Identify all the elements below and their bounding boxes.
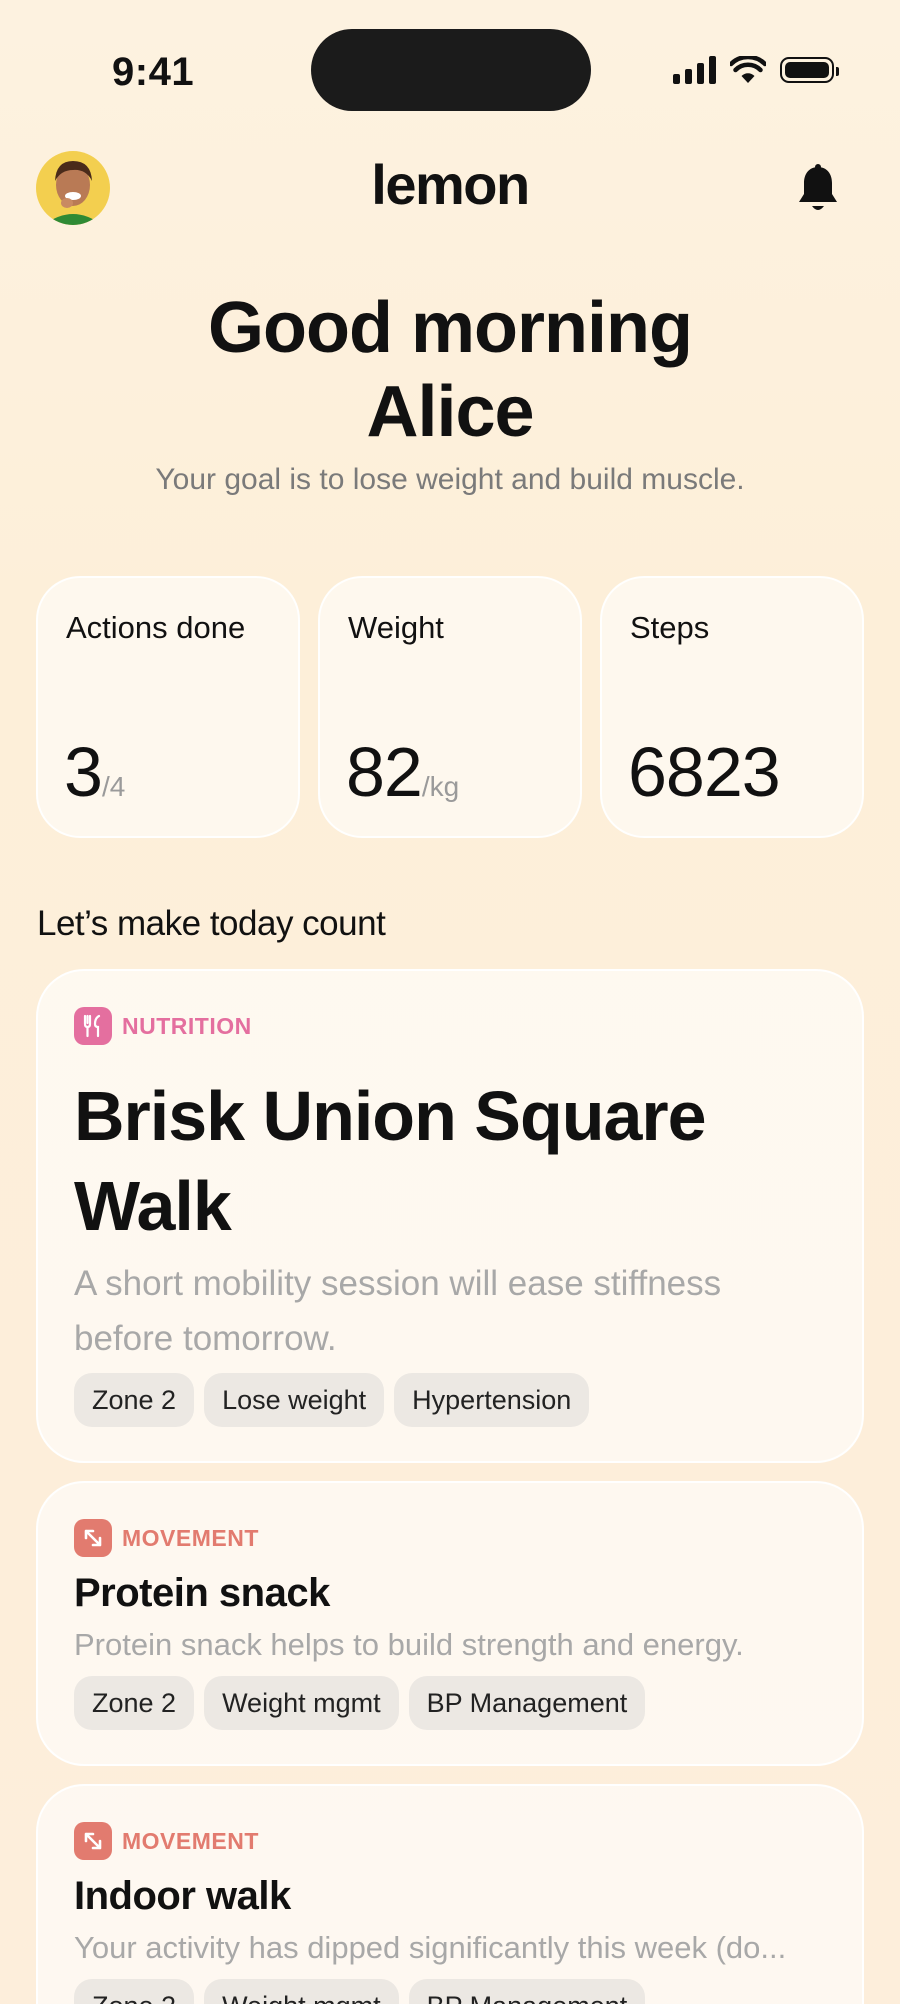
status-icons (673, 56, 839, 84)
tag[interactable]: Zone 2 (74, 1676, 195, 1730)
card-description: Protein snack helps to build strength an… (74, 1627, 744, 1662)
stats-row: Actions done 3/4 Weight 82/kg Steps 6823 (36, 576, 864, 838)
brand-logo: lemon (371, 153, 530, 216)
card-title: Brisk Union Square Walk (74, 1077, 707, 1245)
user-name: Alice (366, 372, 534, 452)
action-card[interactable]: MOVEMENT Protein snack Protein snack hel… (36, 1481, 864, 1766)
tag[interactable]: Zone 2 (74, 1979, 195, 2004)
stat-label: Weight (348, 610, 444, 645)
stat-label: Actions done (66, 610, 246, 645)
status-bar: 9:41 (0, 0, 900, 111)
expand-arrows-icon (74, 1519, 112, 1557)
tag[interactable]: Zone 2 (74, 1373, 195, 1427)
category-label: MOVEMENT (74, 1519, 259, 1557)
card-title: Protein snack (74, 1571, 330, 1615)
card-description: Your activity has dipped significantly t… (74, 1930, 787, 1965)
app-screen: 9:41 lemon Good morning Alice Your goal … (0, 0, 900, 2004)
wifi-icon (730, 56, 766, 83)
cellular-signal-icon (673, 56, 716, 84)
card-title: Indoor walk (74, 1874, 291, 1918)
section-title: Let’s make today count (37, 904, 386, 943)
action-card[interactable]: MOVEMENT Indoor walk Your activity has d… (36, 1784, 864, 2004)
greeting-line: Good morning (208, 288, 693, 368)
stat-value: 6823 (628, 733, 781, 811)
tag-list: Zone 2 Weight mgmt BP Management (74, 1676, 646, 1730)
category-text: MOVEMENT (122, 1524, 259, 1551)
tag[interactable]: BP Management (408, 1676, 646, 1730)
action-card[interactable]: NUTRITION Brisk Union Square Walk A shor… (36, 969, 864, 1463)
stat-unit: /4 (101, 771, 126, 802)
stat-value: 82/kg (346, 733, 460, 811)
category-label: MOVEMENT (74, 1822, 259, 1860)
category-text: NUTRITION (122, 1012, 252, 1039)
category-label: NUTRITION (74, 1007, 252, 1045)
stat-card-weight[interactable]: Weight 82/kg (318, 576, 582, 838)
tag[interactable]: Weight mgmt (204, 1676, 399, 1730)
tag[interactable]: BP Management (408, 1979, 646, 2004)
tag-list: Zone 2 Weight mgmt BP Management (74, 1979, 646, 2004)
tag[interactable]: Lose weight (204, 1373, 385, 1427)
bell-icon[interactable] (796, 164, 840, 214)
card-description: A short mobility session will ease stiff… (74, 1264, 722, 1358)
tag-list: Zone 2 Lose weight Hypertension (74, 1373, 590, 1427)
tag[interactable]: Weight mgmt (204, 1979, 399, 2004)
dynamic-island (311, 29, 591, 111)
tag[interactable]: Hypertension (394, 1373, 590, 1427)
stat-card-steps[interactable]: Steps 6823 (600, 576, 864, 838)
expand-arrows-icon (74, 1822, 112, 1860)
battery-icon (780, 57, 839, 83)
stat-value: 3/4 (64, 733, 126, 811)
goal-text: Your goal is to lose weight and build mu… (155, 463, 745, 496)
greeting: Good morning Alice (0, 286, 900, 454)
stat-label: Steps (630, 610, 710, 645)
category-text: MOVEMENT (122, 1827, 259, 1854)
stat-card-actions[interactable]: Actions done 3/4 (36, 576, 300, 838)
status-time: 9:41 (112, 50, 195, 94)
utensils-icon (74, 1007, 112, 1045)
stat-unit: /kg (421, 771, 460, 802)
